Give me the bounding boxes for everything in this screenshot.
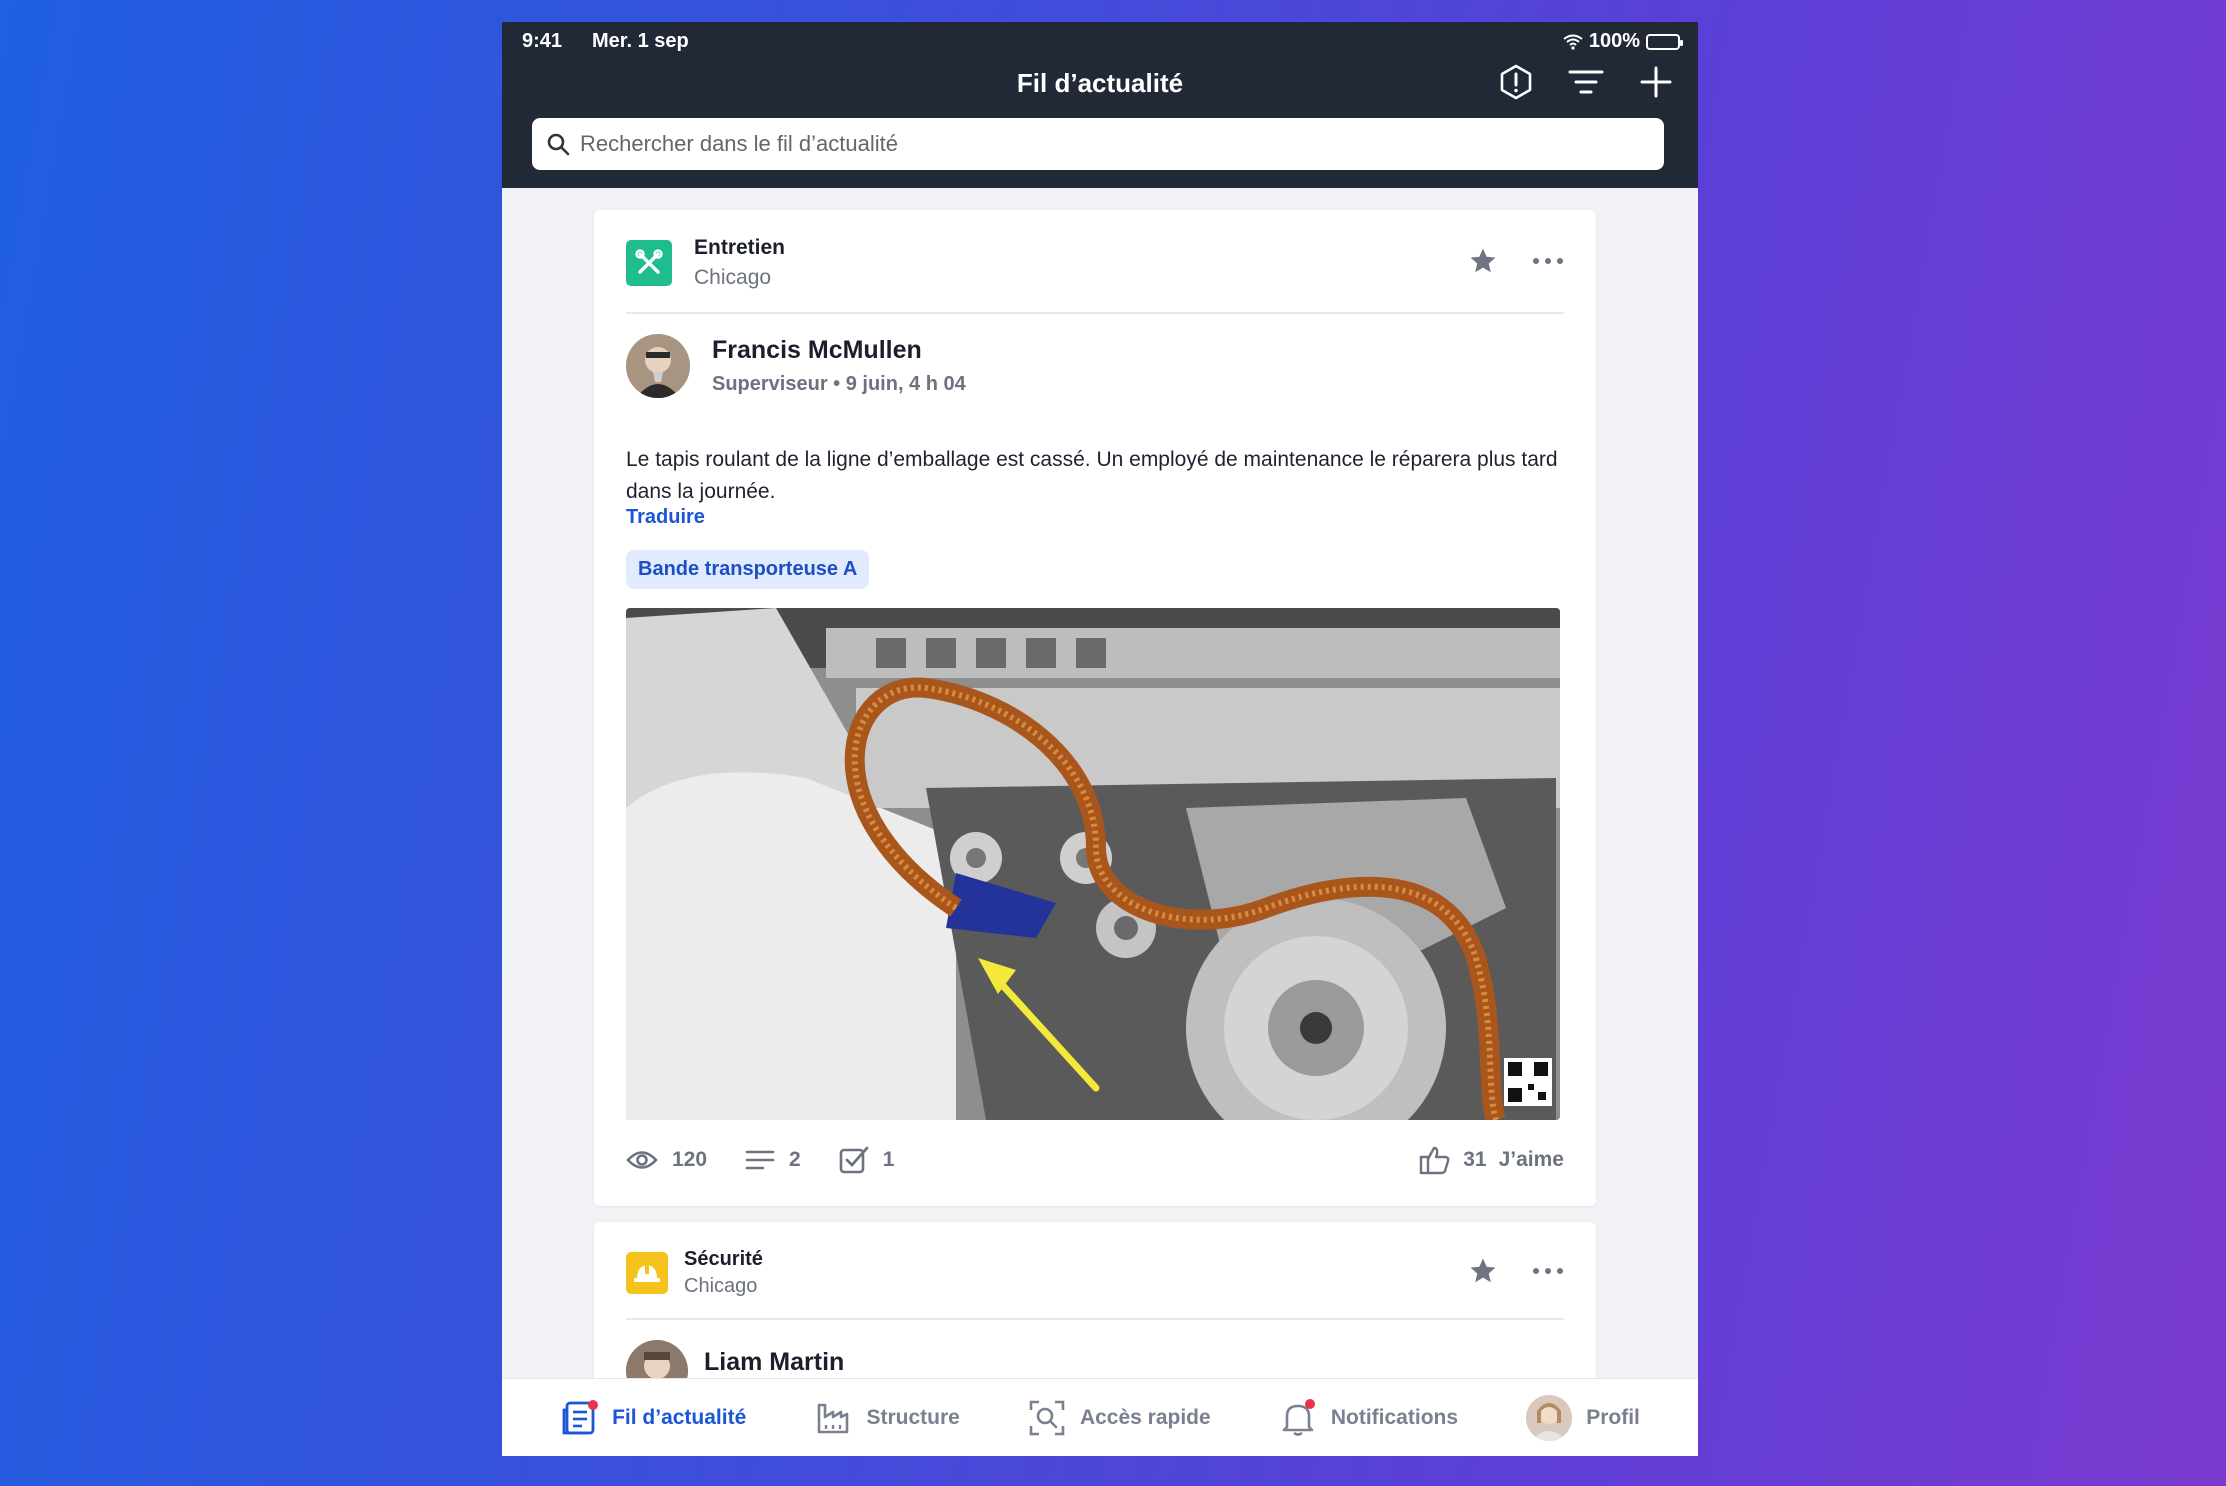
tab-notifications-label: Notifications xyxy=(1330,1405,1459,1429)
status-time: 9:41 xyxy=(522,30,563,52)
translate-link[interactable]: Traduire xyxy=(626,506,705,529)
author-name: Francis McMullen xyxy=(712,336,922,364)
author-name: Liam Martin xyxy=(704,1347,845,1376)
safety-alert-button[interactable] xyxy=(1496,62,1536,102)
filter-icon xyxy=(1568,70,1604,94)
profile-avatar xyxy=(1526,1394,1573,1441)
divider xyxy=(626,312,1564,314)
comments-count: 2 xyxy=(789,1148,801,1171)
add-post-button[interactable] xyxy=(1636,62,1676,102)
category-location: Chicago xyxy=(694,266,772,289)
post-card[interactable]: Entretien Chicago Francis McMullen Super… xyxy=(594,210,1596,1206)
tasks-count: 1 xyxy=(882,1148,895,1171)
tab-profile[interactable]: Profil xyxy=(1526,1394,1640,1441)
post-photo[interactable] xyxy=(626,608,1560,1120)
bottom-tab-bar: Fil d’actualité Structure Accès rapide N… xyxy=(502,1378,1698,1456)
like-button[interactable]: 31 J’aime xyxy=(1419,1145,1564,1175)
search-input[interactable] xyxy=(580,131,1664,157)
tasks-stat[interactable]: 1 xyxy=(839,1145,895,1175)
feed-icon xyxy=(560,1399,599,1437)
search-bar[interactable] xyxy=(532,118,1664,170)
header-actions xyxy=(1496,62,1676,102)
post-actions xyxy=(1468,246,1564,276)
star-icon[interactable] xyxy=(1468,246,1498,276)
unread-dot xyxy=(588,1399,599,1410)
avatar[interactable] xyxy=(626,334,690,398)
app-screen: 9:41 Mer. 1 sep 100% Fil d’actualité Rec… xyxy=(502,22,1698,1456)
tab-notifications[interactable]: Notifications xyxy=(1279,1398,1459,1437)
tab-quick-access[interactable]: Accès rapide xyxy=(1028,1399,1211,1437)
post-body: Le tapis roulant de la ligne d’emballage… xyxy=(626,448,1558,503)
search-icon xyxy=(547,133,570,156)
wifi-icon xyxy=(1563,34,1583,50)
scan-search-icon xyxy=(1028,1399,1066,1437)
category-location: Chicago xyxy=(684,1275,758,1297)
tab-structure[interactable]: Structure xyxy=(814,1399,960,1437)
hard-hat-icon xyxy=(626,1252,668,1294)
thumbs-up-icon xyxy=(1420,1146,1450,1175)
plus-icon xyxy=(1640,66,1672,98)
status-right: 100% xyxy=(1563,30,1683,53)
eye-icon xyxy=(626,1151,658,1169)
category-name: Entretien xyxy=(694,236,786,259)
tab-feed-label: Fil d’actualité xyxy=(612,1405,747,1429)
factory-icon xyxy=(814,1399,852,1437)
tab-feed[interactable]: Fil d’actualité xyxy=(560,1399,746,1437)
author-meta: Superviseur • 9 juin, 4 h 04 xyxy=(712,373,966,395)
post-category[interactable]: Entretien Chicago xyxy=(626,236,785,290)
views-count: 120 xyxy=(672,1148,708,1171)
post-author[interactable]: Francis McMullen Superviseur • 9 juin, 4… xyxy=(626,334,966,398)
likes-count: 31 xyxy=(1463,1148,1487,1171)
tab-quick-access-label: Accès rapide xyxy=(1079,1405,1211,1429)
maintenance-icon xyxy=(626,240,672,286)
asset-tag[interactable]: Bande transporteuse A xyxy=(626,550,870,589)
filter-button[interactable] xyxy=(1566,62,1606,102)
likes-label: J’aime xyxy=(1498,1148,1564,1171)
tab-structure-label: Structure xyxy=(866,1405,960,1429)
battery-percent: 100% xyxy=(1588,30,1640,52)
comments-stat[interactable]: 2 xyxy=(745,1148,801,1172)
more-options-icon[interactable] xyxy=(1532,257,1564,265)
post-stats: 120 2 1 31 J’aime xyxy=(626,1140,1564,1180)
post-category[interactable]: Sécurité Chicago xyxy=(626,1248,763,1298)
top-bar: 9:41 Mer. 1 sep 100% Fil d’actualité xyxy=(502,22,1698,188)
post-actions xyxy=(1468,1256,1564,1286)
checkbox-icon xyxy=(839,1146,869,1174)
comments-icon xyxy=(745,1150,775,1170)
notification-dot xyxy=(1304,1398,1315,1409)
bell-icon xyxy=(1279,1398,1317,1437)
battery-icon xyxy=(1646,33,1683,50)
star-icon[interactable] xyxy=(1468,1256,1498,1286)
views-stat: 120 xyxy=(626,1148,707,1172)
status-date: Mer. 1 sep xyxy=(592,30,689,52)
category-name: Sécurité xyxy=(684,1248,763,1270)
tab-profile-label: Profil xyxy=(1586,1405,1640,1429)
hexagon-alert-icon xyxy=(1500,64,1532,100)
divider xyxy=(626,1318,1564,1320)
more-options-icon[interactable] xyxy=(1532,1267,1564,1275)
